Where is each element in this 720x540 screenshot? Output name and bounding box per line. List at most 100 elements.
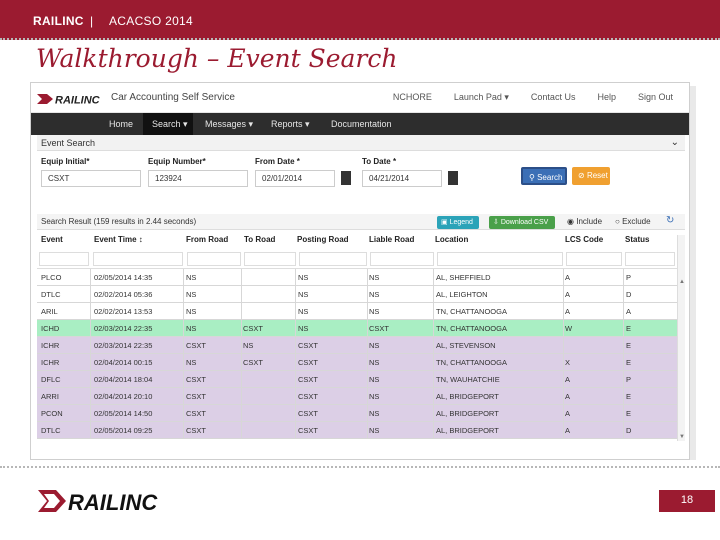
cell-divider: [563, 286, 564, 303]
search-button-label: Search: [537, 173, 563, 182]
cell-divider: [241, 303, 242, 320]
table-row[interactable]: ICHR 02/04/2014 00:15 NS CSXT CSXT NS TN, CHAT…: [37, 354, 677, 371]
equip-number-label: Equip Number*: [148, 157, 206, 166]
contact-us-link[interactable]: Contact Us: [531, 92, 576, 103]
search-button[interactable]: ⚲ Search: [521, 167, 567, 185]
from-date-calendar-icon[interactable]: [341, 171, 351, 185]
cell-divider: [433, 303, 434, 320]
cell-divider: [563, 422, 564, 439]
table-row[interactable]: ARIL 02/02/2014 13:53 NS NS NS TN, CHATTANOOG…: [37, 303, 677, 320]
cell-divider: [563, 405, 564, 422]
event-search-panel-header[interactable]: Event Search ⌄: [37, 135, 685, 151]
table-row[interactable]: DTLC 02/02/2014 05:36 NS NS NS AL, LEIGHTON A D: [37, 286, 677, 303]
user-menu-link[interactable]: NCHORE: [393, 92, 432, 103]
col-header-status[interactable]: Status: [625, 235, 649, 244]
filter-to-road[interactable]: [244, 252, 296, 266]
reset-button[interactable]: ⊘ Reset: [572, 167, 610, 185]
filter-posting-road[interactable]: [299, 252, 367, 266]
table-cell: A: [565, 392, 571, 401]
cell-divider: [623, 269, 624, 286]
cell-divider: [90, 371, 91, 388]
nav-home[interactable]: Home: [109, 119, 133, 129]
include-radio[interactable]: ◉ Include: [567, 217, 602, 226]
table-row[interactable]: ICHD 02/03/2014 22:35 NS CSXT NS CSXT TN, CHAT…: [37, 320, 677, 337]
cell-divider: [295, 422, 296, 439]
col-header-from-road[interactable]: From Road: [186, 235, 228, 244]
col-header-posting-road[interactable]: Posting Road: [297, 235, 349, 244]
to-date-calendar-icon[interactable]: [448, 171, 458, 185]
launch-pad-link[interactable]: Launch Pad ▾: [454, 92, 509, 103]
radio-unselected-icon: ○: [615, 217, 620, 226]
nav-documentation[interactable]: Documentation: [331, 119, 392, 129]
col-header-to-road[interactable]: To Road: [244, 235, 275, 244]
table-cell: DTLC: [41, 426, 61, 435]
table-row[interactable]: PCON 02/05/2014 14:50 CSXT CSXT NS AL, BRIDGE…: [37, 405, 677, 422]
legend-button[interactable]: ▣ Legend: [437, 216, 479, 229]
cell-divider: [433, 354, 434, 371]
exclude-radio[interactable]: ○ Exclude: [615, 217, 651, 226]
table-row[interactable]: PLCO 02/05/2014 14:35 NS NS NS AL, SHEFFIELD A…: [37, 269, 677, 286]
cell-divider: [295, 303, 296, 320]
cell-divider: [623, 303, 624, 320]
col-header-event-time[interactable]: Event Time ↕: [94, 235, 143, 244]
table-cell: E: [626, 341, 632, 350]
table-row[interactable]: DTLC 02/05/2014 09:25 CSXT CSXT NS AL, BRIDGE…: [37, 422, 677, 439]
download-csv-button[interactable]: ⇩ Download CSV: [489, 216, 555, 229]
equip-initial-input[interactable]: CSXT: [41, 170, 141, 187]
table-cell: AL, BRIDGEPORT: [436, 426, 499, 435]
table-cell: W: [565, 324, 573, 333]
filter-location[interactable]: [437, 252, 563, 266]
cell-divider: [90, 303, 91, 320]
col-header-event[interactable]: Event: [41, 235, 63, 244]
col-header-liable-road[interactable]: Liable Road: [369, 235, 414, 244]
filter-lcs-code[interactable]: [566, 252, 622, 266]
brand-text: RAILINC: [33, 14, 84, 28]
cell-divider: [563, 354, 564, 371]
scroll-up-icon[interactable]: ▲: [678, 279, 686, 286]
table-scrollbar[interactable]: ▲ ▼: [677, 235, 685, 441]
table-cell: CSXT: [298, 358, 319, 367]
table-row[interactable]: DFLC 02/04/2014 18:04 CSXT CSXT NS TN, WAUHAT…: [37, 371, 677, 388]
cell-divider: [183, 388, 184, 405]
table-cell: CSXT: [298, 426, 319, 435]
cell-divider: [295, 320, 296, 337]
table-cell: NS: [298, 307, 309, 316]
refresh-icon[interactable]: ↻: [666, 215, 674, 226]
download-icon: ⇩: [493, 219, 499, 226]
scroll-down-icon[interactable]: ▼: [678, 434, 686, 441]
table-cell: P: [626, 375, 632, 384]
include-label: Include: [576, 217, 603, 226]
col-header-location[interactable]: Location: [435, 235, 468, 244]
filter-status[interactable]: [625, 252, 675, 266]
filter-event-time[interactable]: [93, 252, 183, 266]
column-filter-row: [37, 249, 677, 269]
railinc-logo-icon[interactable]: RAILINC: [37, 91, 107, 107]
cell-divider: [623, 388, 624, 405]
collapse-chevron-icon[interactable]: ⌄: [671, 137, 679, 148]
cell-divider: [433, 422, 434, 439]
cell-divider: [563, 371, 564, 388]
filter-event[interactable]: [39, 252, 89, 266]
nav-messages[interactable]: Messages ▾: [205, 119, 253, 130]
help-link[interactable]: Help: [597, 92, 616, 103]
from-date-input[interactable]: 02/01/2014: [255, 170, 335, 187]
nav-search[interactable]: Search ▾: [152, 119, 188, 130]
filter-liable-road[interactable]: [370, 252, 434, 266]
bottom-dotted-divider: [0, 466, 720, 468]
event-search-title: Event Search: [41, 138, 96, 148]
table-row[interactable]: ARRI 02/04/2014 20:10 CSXT CSXT NS AL, BRIDGE…: [37, 388, 677, 405]
cell-divider: [295, 388, 296, 405]
slide-title: Walkthrough – Event Search: [36, 44, 398, 73]
cell-divider: [563, 303, 564, 320]
filter-from-road[interactable]: [187, 252, 241, 266]
cell-divider: [367, 371, 368, 388]
sign-out-link[interactable]: Sign Out: [638, 92, 673, 103]
equip-number-input[interactable]: 123924: [148, 170, 248, 187]
to-date-input[interactable]: 04/21/2014: [362, 170, 442, 187]
table-row[interactable]: ICHR 02/03/2014 22:35 CSXT NS CSXT NS AL, STEV…: [37, 337, 677, 354]
cell-divider: [241, 422, 242, 439]
table-cell: X: [565, 358, 571, 367]
nav-reports[interactable]: Reports ▾: [271, 119, 310, 130]
col-header-lcs-code[interactable]: LCS Code: [565, 235, 603, 244]
table-cell: 02/03/2014 22:35: [94, 324, 153, 333]
